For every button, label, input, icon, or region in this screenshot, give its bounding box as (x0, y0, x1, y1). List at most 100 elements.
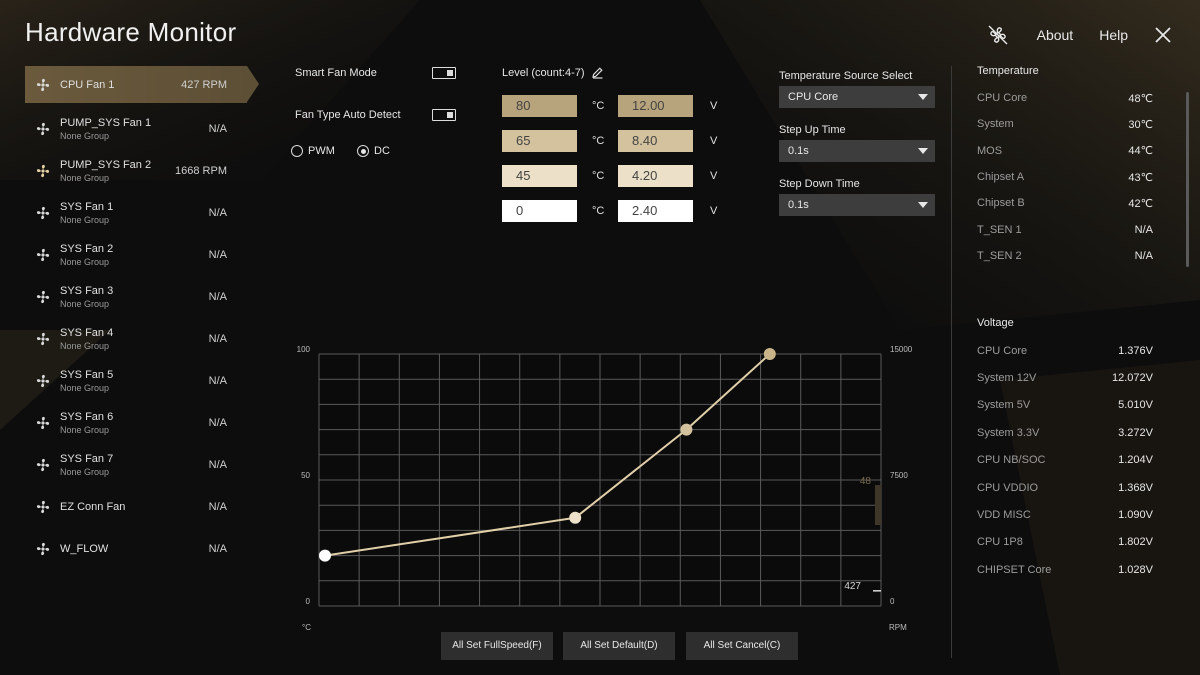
all-set-fullspeed-button[interactable]: All Set FullSpeed(F) (441, 632, 553, 660)
all-set-default-button[interactable]: All Set Default(D) (563, 632, 675, 660)
temperature-row: T_SEN 1 N/A (977, 216, 1153, 242)
fan-item-pump-sys-fan-1[interactable]: PUMP_SYS Fan 1 None Group N/A (25, 108, 247, 150)
volt-key: CPU NB/SOC (977, 454, 1046, 467)
voltage-row: System 5V 5.010V (977, 392, 1153, 419)
temp-source-select[interactable]: CPU Core (779, 86, 935, 108)
fan-item-w-flow[interactable]: W_FLOW N/A (25, 528, 247, 570)
fan-name: SYS Fan 5 (60, 369, 114, 381)
fan-curve-chart[interactable]: 100 50 0 15000 7500 0 °C RPM 48 427 (290, 340, 920, 635)
panel-divider (951, 66, 952, 658)
fan-item-sys-fan-4[interactable]: SYS Fan 4 None Group N/A (25, 318, 247, 360)
fan-name: EZ Conn Fan (60, 501, 126, 513)
chart-y-tick-label: 100 (297, 345, 311, 354)
volt-value: 1.368V (1118, 481, 1153, 494)
voltage-row: CPU 1P8 1.802V (977, 529, 1153, 556)
fan-name: PUMP_SYS Fan 1 (60, 117, 152, 129)
volt-value: 3.272V (1118, 426, 1153, 439)
step-up-time-label: Step Up Time (779, 124, 846, 136)
temp-value: 44℃ (1128, 145, 1153, 158)
temp-source-label: Temperature Source Select (779, 70, 913, 82)
fan-item-sys-fan-6[interactable]: SYS Fan 6 None Group N/A (25, 402, 247, 444)
fan-off-icon[interactable] (985, 22, 1011, 48)
fan-name: SYS Fan 6 (60, 411, 114, 423)
temperature-row: Chipset B 42℃ (977, 190, 1153, 216)
temp-source-value: CPU Core (788, 91, 839, 103)
level-4-volt-input[interactable] (618, 200, 693, 222)
temp-unit: °C (592, 135, 605, 147)
level-1-volt-input[interactable] (618, 95, 693, 117)
fan-speed: N/A (208, 207, 227, 219)
volt-key: CPU VDDIO (977, 481, 1039, 494)
smart-fan-mode-toggle[interactable] (432, 67, 456, 79)
volt-key: CPU 1P8 (977, 536, 1023, 549)
voltage-row: CPU Core 1.376V (977, 337, 1153, 364)
fan-item-sys-fan-5[interactable]: SYS Fan 5 None Group N/A (25, 360, 247, 402)
level-3-temp-input[interactable] (502, 165, 577, 187)
fan-speed: N/A (208, 501, 227, 513)
chart-current-temp-label: 48 (860, 476, 872, 487)
fan-item-ez-conn-fan[interactable]: EZ Conn Fan N/A (25, 486, 247, 528)
volt-value: 1.204V (1118, 454, 1153, 467)
dc-option[interactable]: DC (357, 145, 390, 157)
fan-list: CPU Fan 1 427 RPM PUMP_SYS Fan 1 None Gro… (25, 66, 259, 570)
fan-item-cpu-fan-1[interactable]: CPU Fan 1 427 RPM (25, 66, 259, 103)
temperature-row: System 30℃ (977, 111, 1153, 137)
help-link[interactable]: Help (1099, 27, 1128, 43)
step-down-time-label: Step Down Time (779, 178, 860, 190)
volt-key: CHIPSET Core (977, 563, 1052, 576)
voltage-row: System 12V 12.072V (977, 364, 1153, 391)
fan-name: SYS Fan 1 (60, 201, 114, 213)
radio-dc[interactable] (357, 145, 369, 157)
volt-unit: V (710, 135, 718, 147)
fan-icon (36, 122, 50, 136)
fan-item-pump-sys-fan-2[interactable]: PUMP_SYS Fan 2 None Group 1668 RPM (25, 150, 247, 192)
fan-group: None Group (60, 173, 110, 183)
pwm-option[interactable]: PWM (291, 145, 335, 157)
level-2-volt-input[interactable] (618, 130, 693, 152)
fan-type-auto-detect-toggle[interactable] (432, 109, 456, 121)
temp-key: Chipset A (977, 171, 1025, 184)
level-2-temp-input[interactable] (502, 130, 577, 152)
fan-speed: N/A (208, 123, 227, 135)
fan-name: PUMP_SYS Fan 2 (60, 159, 152, 171)
all-set-cancel-button[interactable]: All Set Cancel(C) (686, 632, 798, 660)
fan-name: SYS Fan 4 (60, 327, 114, 339)
fan-item-sys-fan-2[interactable]: SYS Fan 2 None Group N/A (25, 234, 247, 276)
fan-name: SYS Fan 3 (60, 285, 114, 297)
close-icon[interactable] (1154, 26, 1172, 44)
fan-group: None Group (60, 299, 110, 309)
about-link[interactable]: About (1037, 27, 1074, 43)
radio-pwm[interactable] (291, 145, 303, 157)
scrollbar[interactable] (1186, 92, 1189, 267)
temp-key: T_SEN 2 (977, 249, 1022, 262)
fan-icon (36, 290, 50, 304)
temp-value: 30℃ (1128, 118, 1153, 131)
chart-y2-tick-label: 15000 (890, 345, 913, 354)
volt-key: System 12V (977, 372, 1037, 385)
pwm-label: PWM (308, 145, 335, 157)
temp-key: MOS (977, 144, 1003, 157)
level-row-4: °C V (502, 200, 717, 222)
fan-group: None Group (60, 383, 110, 393)
temperature-row: MOS 44℃ (977, 138, 1153, 164)
temp-key: T_SEN 1 (977, 223, 1022, 236)
fan-item-sys-fan-3[interactable]: SYS Fan 3 None Group N/A (25, 276, 247, 318)
level-4-temp-input[interactable] (502, 200, 577, 222)
toggle-knob (447, 70, 453, 76)
temp-value: 43℃ (1128, 171, 1153, 184)
fan-name: W_FLOW (60, 543, 109, 555)
fan-speed: 427 RPM (181, 78, 227, 91)
fan-group: None Group (60, 341, 110, 351)
fan-item-sys-fan-7[interactable]: SYS Fan 7 None Group N/A (25, 444, 247, 486)
chart-current-temp-bar (875, 485, 881, 526)
fan-item-sys-fan-1[interactable]: SYS Fan 1 None Group N/A (25, 192, 247, 234)
level-3-volt-input[interactable] (618, 165, 693, 187)
temperature-row: Chipset A 43℃ (977, 164, 1153, 190)
edit-icon[interactable] (591, 66, 604, 79)
step-up-time-select[interactable]: 0.1s (779, 140, 935, 162)
step-down-time-select[interactable]: 0.1s (779, 194, 935, 216)
volt-unit: V (710, 205, 718, 217)
level-1-temp-input[interactable] (502, 95, 577, 117)
fan-group: None Group (60, 425, 110, 435)
caret-down-icon (918, 94, 928, 100)
